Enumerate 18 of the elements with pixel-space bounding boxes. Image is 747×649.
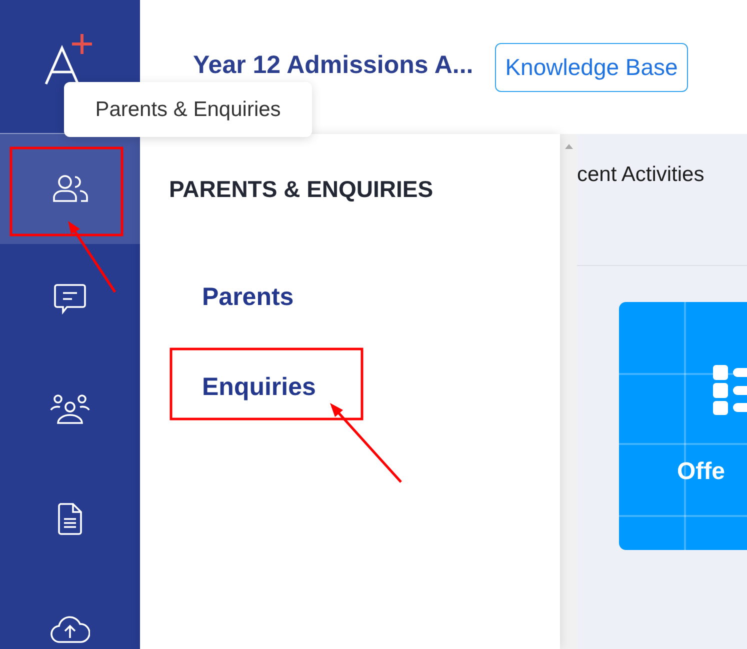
flyout-heading: PARENTS & ENQUIRIES	[169, 176, 434, 203]
menu-link[interactable]: Enquiries	[202, 373, 316, 463]
group-icon	[50, 393, 90, 425]
scrollbar[interactable]	[560, 134, 577, 649]
sidebar-item[interactable]	[0, 134, 140, 244]
upload-icon	[50, 614, 90, 644]
arrow	[68, 221, 116, 293]
scroll-up-icon[interactable]	[564, 144, 572, 149]
list-icon	[713, 365, 747, 415]
document-icon	[57, 502, 83, 536]
page-title: Year 12 Admissions A...	[193, 51, 474, 80]
tab-label[interactable]: cent Activities	[577, 163, 704, 186]
people-icon	[50, 173, 90, 205]
knowledge-base-button[interactable]: Knowledge Base	[495, 43, 688, 92]
tile-label: Offe	[677, 458, 725, 486]
menu-link[interactable]: Parents	[202, 283, 294, 373]
tooltip: Parents & Enquiries	[64, 82, 312, 137]
message-icon	[53, 282, 87, 316]
